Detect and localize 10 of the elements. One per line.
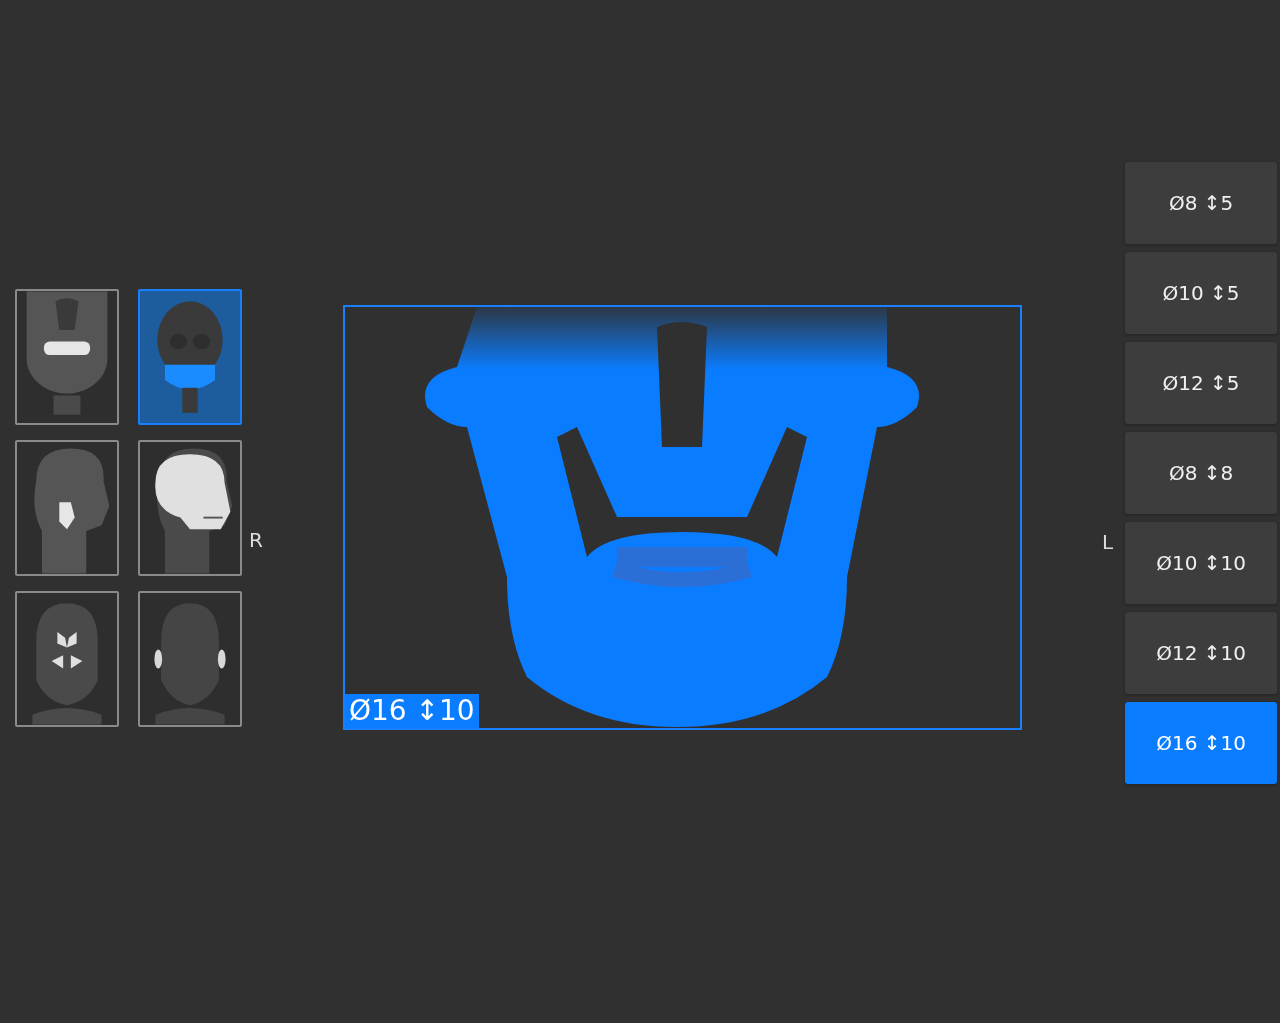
fov-button[interactable]: Ø8 ↕5 bbox=[1125, 162, 1278, 244]
fov-button[interactable]: Ø12 ↕10 bbox=[1125, 612, 1278, 694]
fov-button[interactable]: Ø10 ↕5 bbox=[1125, 252, 1278, 334]
fov-button[interactable]: Ø8 ↕8 bbox=[1125, 432, 1278, 514]
side-label: L bbox=[1101, 530, 1114, 554]
fov-button[interactable]: Ø10 ↕10 bbox=[1125, 522, 1278, 604]
fov-button[interactable]: Ø16 ↕10 bbox=[1125, 702, 1278, 784]
fov-label: Ø16 ↕10 bbox=[344, 694, 479, 728]
side-label: R bbox=[249, 528, 263, 552]
fov-button[interactable]: Ø12 ↕5 bbox=[1125, 342, 1278, 424]
